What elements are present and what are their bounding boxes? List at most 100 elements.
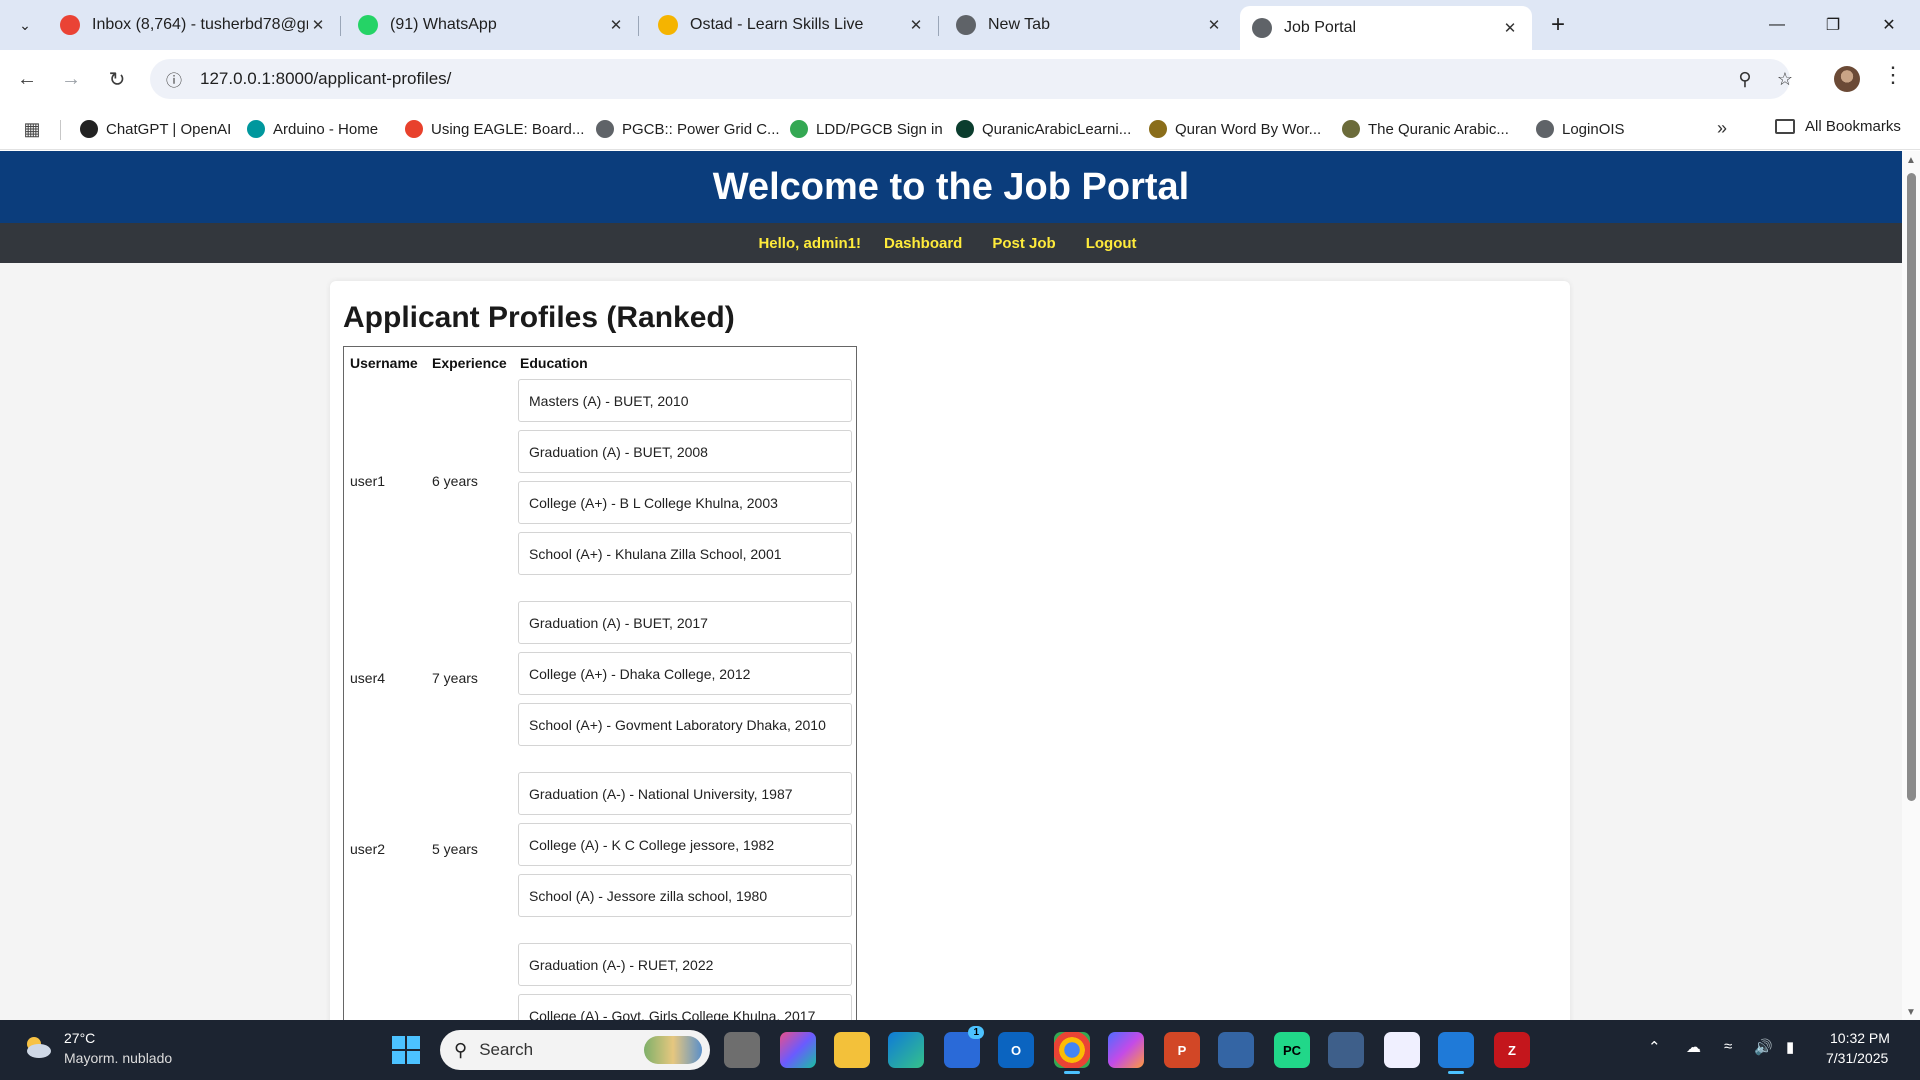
- scroll-up-icon[interactable]: ▲: [1906, 155, 1916, 166]
- powerpoint-icon[interactable]: P: [1164, 1032, 1200, 1068]
- browser-tab[interactable]: (91) WhatsApp ✕: [346, 8, 639, 42]
- outlook-icon[interactable]: O: [998, 1032, 1034, 1068]
- cell-username: user2: [350, 840, 386, 857]
- taskbar-search[interactable]: ⚲ Search: [440, 1030, 710, 1070]
- tab-separator: [340, 16, 341, 36]
- bookmarks-bar: ▦ ChatGPT | OpenAI Arduino - Home Using EA…: [0, 108, 1920, 150]
- zoom-icon[interactable]: ⚲: [1729, 63, 1761, 95]
- restore-icon[interactable]: ❐: [1810, 8, 1856, 42]
- tab-close-icon[interactable]: ✕: [606, 16, 626, 34]
- store-badge: 1: [968, 1026, 984, 1039]
- folder-icon: [1775, 119, 1795, 134]
- tab-close-icon[interactable]: ✕: [1500, 19, 1520, 37]
- ostad-icon: [658, 15, 678, 35]
- bookmarks-divider: [60, 120, 61, 140]
- browser-menu-icon[interactable]: ⋮: [1882, 62, 1904, 88]
- site-header: Welcome to the Job Portal: [0, 151, 1902, 223]
- cell-education: Masters (A) - BUET, 2010 Graduation (A) -…: [516, 379, 854, 583]
- scrollbar-thumb[interactable]: [1907, 173, 1916, 801]
- browser-tab[interactable]: Inbox (8,764) - tusherbd78@gm ✕: [48, 8, 341, 42]
- bookmark-label: ChatGPT | OpenAI: [106, 120, 232, 138]
- volume-icon[interactable]: 🔊: [1754, 1038, 1773, 1056]
- remote-desktop-icon[interactable]: [1218, 1032, 1254, 1068]
- browser-tab[interactable]: Job Portal ✕: [1240, 6, 1532, 50]
- bookmark-item[interactable]: QuranicArabicLearni...: [956, 118, 1131, 140]
- quran-icon: [956, 120, 974, 138]
- clock-date[interactable]: 7/31/2025: [1826, 1050, 1888, 1066]
- edge-icon[interactable]: [888, 1032, 924, 1068]
- weather-cloud-sun-icon[interactable]: [22, 1034, 52, 1060]
- windows-taskbar: 27°C Mayorm. nublado ⚲ Search 1 O P PC Z…: [0, 1020, 1920, 1080]
- copilot-icon[interactable]: [780, 1032, 816, 1068]
- tab-search-chevron-icon[interactable]: ⌄: [10, 10, 40, 40]
- new-tab-button[interactable]: +: [1543, 10, 1573, 40]
- onedrive-icon[interactable]: ☁: [1686, 1038, 1701, 1056]
- diagram-app-icon[interactable]: [1384, 1032, 1420, 1068]
- address-url[interactable]: 127.0.0.1:8000/applicant-profiles/: [200, 69, 451, 89]
- task-view-icon[interactable]: [724, 1032, 760, 1068]
- site-info-icon[interactable]: ⓘ: [154, 67, 194, 91]
- bookmark-label: Using EAGLE: Board...: [431, 120, 585, 138]
- reload-icon[interactable]: ↻: [100, 62, 134, 96]
- bookmark-item[interactable]: LoginOIS: [1536, 118, 1625, 140]
- bookmark-star-icon[interactable]: ☆: [1769, 63, 1801, 95]
- network-tool-icon[interactable]: [1328, 1032, 1364, 1068]
- whatsapp-icon: [358, 15, 378, 35]
- browser-tab[interactable]: Ostad - Learn Skills Live ✕: [646, 8, 939, 42]
- search-highlight-image: [644, 1036, 702, 1064]
- minimize-icon[interactable]: —: [1754, 8, 1800, 42]
- bookmark-label: LoginOIS: [1562, 120, 1625, 138]
- table-header-row: Username Experience Education: [346, 349, 854, 377]
- more-bookmarks-icon[interactable]: »: [1717, 118, 1727, 139]
- bookmark-item[interactable]: PGCB:: Power Grid C...: [596, 118, 780, 140]
- page-title: Applicant Profiles (Ranked): [343, 301, 735, 334]
- bookmark-label: The Quranic Arabic...: [1368, 120, 1509, 138]
- cell-username: user4: [350, 669, 386, 686]
- vscode-icon[interactable]: [1438, 1032, 1474, 1074]
- tab-close-icon[interactable]: ✕: [308, 16, 328, 34]
- greeting-text: Hello, admin1!: [758, 234, 861, 252]
- row-spacer: [346, 756, 854, 770]
- address-bar[interactable]: ⓘ 127.0.0.1:8000/applicant-profiles/: [150, 59, 1790, 99]
- page-scrollbar[interactable]: ▲ ▼: [1902, 151, 1920, 1020]
- bookmark-item[interactable]: LDD/PGCB Sign in: [790, 118, 943, 140]
- bookmark-item[interactable]: ChatGPT | OpenAI: [80, 118, 231, 140]
- clock-time[interactable]: 10:32 PM: [1830, 1030, 1890, 1046]
- bookmark-item[interactable]: Using EAGLE: Board...: [405, 118, 584, 140]
- nav-dashboard-link[interactable]: Dashboard: [884, 235, 962, 252]
- browser-tab[interactable]: New Tab ✕: [944, 8, 1236, 42]
- education-entry: School (A) - Jessore zilla school, 1980: [518, 874, 852, 917]
- filezilla-icon[interactable]: Z: [1494, 1032, 1530, 1068]
- weather-temperature[interactable]: 27°C: [64, 1030, 95, 1046]
- microsoft-365-icon[interactable]: [1108, 1032, 1144, 1068]
- profile-avatar[interactable]: [1834, 66, 1860, 92]
- windows-start-icon[interactable]: [392, 1036, 420, 1064]
- forward-icon[interactable]: →: [54, 62, 88, 96]
- column-header-username: Username: [350, 355, 418, 371]
- bookmark-item[interactable]: Quran Word By Wor...: [1149, 118, 1321, 140]
- back-icon[interactable]: ←: [10, 62, 44, 96]
- weather-description[interactable]: Mayorm. nublado: [64, 1050, 172, 1066]
- wifi-icon[interactable]: ≈: [1724, 1038, 1732, 1055]
- tab-close-icon[interactable]: ✕: [1204, 16, 1224, 34]
- scroll-down-icon[interactable]: ▼: [1906, 1007, 1916, 1018]
- tab-title: (91) WhatsApp: [390, 16, 497, 33]
- education-entry: Graduation (A) - BUET, 2017: [518, 601, 852, 644]
- apps-grid-icon[interactable]: ▦: [20, 117, 44, 141]
- file-explorer-icon[interactable]: [834, 1032, 870, 1068]
- nav-post-job-link[interactable]: Post Job: [992, 235, 1055, 252]
- battery-icon[interactable]: ▮: [1786, 1038, 1794, 1056]
- pycharm-icon[interactable]: PC: [1274, 1032, 1310, 1068]
- tab-separator: [938, 16, 939, 36]
- chrome-taskbar-icon[interactable]: [1054, 1032, 1090, 1074]
- window-close-icon[interactable]: ✕: [1866, 8, 1912, 42]
- all-bookmarks-button[interactable]: All Bookmarks: [1775, 118, 1901, 135]
- bookmark-item[interactable]: Arduino - Home: [247, 118, 378, 140]
- nav-logout-link[interactable]: Logout: [1086, 235, 1137, 252]
- microsoft-store-icon[interactable]: 1: [944, 1026, 984, 1068]
- tray-overflow-chevron-icon[interactable]: ⌃: [1648, 1038, 1661, 1056]
- bookmark-item[interactable]: The Quranic Arabic...: [1342, 118, 1509, 140]
- cell-username: user1: [350, 473, 386, 489]
- tab-close-icon[interactable]: ✕: [906, 16, 926, 34]
- cell-username: [346, 943, 426, 1020]
